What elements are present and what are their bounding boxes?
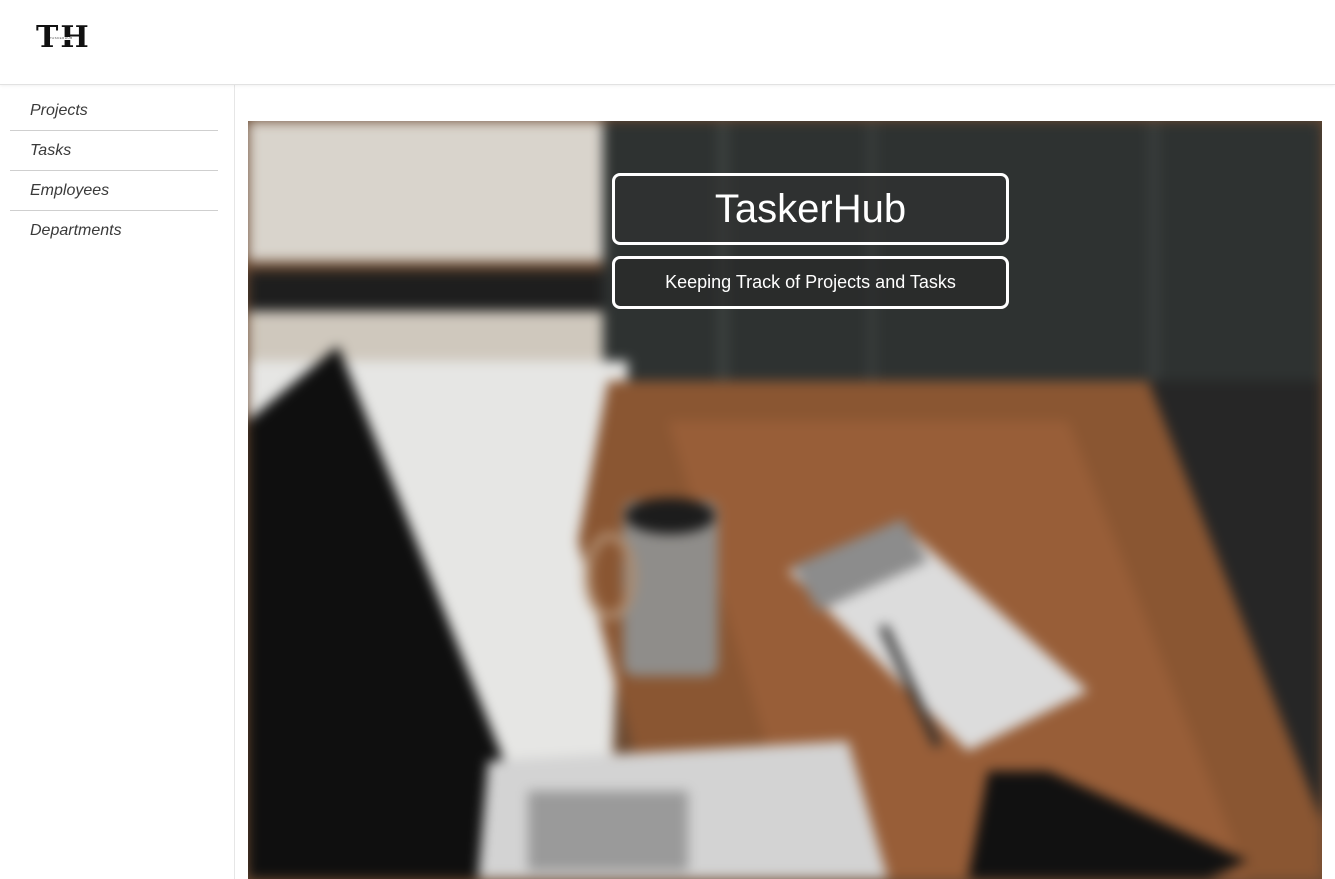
- sidebar-item-tasks[interactable]: Tasks: [10, 131, 218, 171]
- sidebar-item-departments[interactable]: Departments: [10, 211, 218, 251]
- sidebar-item-label: Employees: [30, 181, 110, 199]
- hero-title: TaskerHub: [612, 173, 1009, 245]
- logo-subtext: TASKERHUB: [50, 36, 73, 40]
- sidebar: Projects Tasks Employees Departments: [0, 85, 235, 879]
- top-bar: TH TASKERHUB: [0, 0, 1335, 85]
- sidebar-item-label: Projects: [30, 101, 88, 119]
- sidebar-item-label: Departments: [30, 222, 122, 239]
- sidebar-item-projects[interactable]: Projects: [10, 91, 218, 131]
- logo[interactable]: TH TASKERHUB: [36, 22, 90, 54]
- sidebar-item-employees[interactable]: Employees: [10, 171, 218, 211]
- sidebar-nav: Projects Tasks Employees Departments: [10, 91, 218, 251]
- hero-subtitle: Keeping Track of Projects and Tasks: [612, 256, 1009, 309]
- sidebar-item-label: Tasks: [30, 141, 72, 159]
